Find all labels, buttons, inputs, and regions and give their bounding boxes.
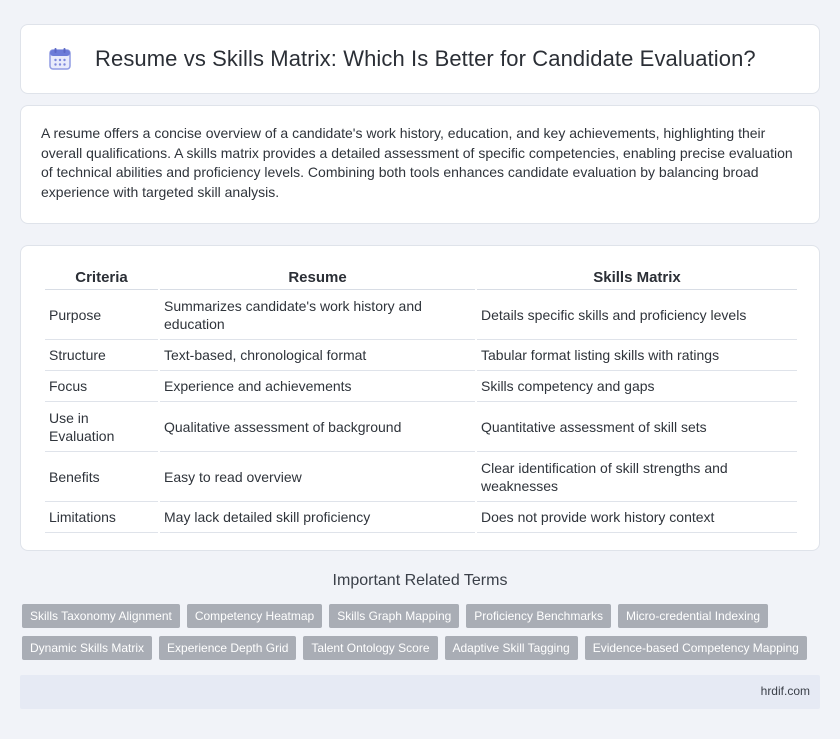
table-cell: Structure: [45, 340, 158, 371]
table-cell: Summarizes candidate's work history and …: [160, 290, 475, 340]
tag-proficiency-benchmarks[interactable]: Proficiency Benchmarks: [466, 604, 612, 628]
table-cell: Text-based, chronological format: [160, 340, 475, 371]
table-cell: Quantitative assessment of skill sets: [477, 402, 797, 452]
table-cell: Purpose: [45, 290, 158, 340]
related-terms-title: Important Related Terms: [332, 572, 508, 589]
footer-site-link[interactable]: hrdif.com: [761, 684, 810, 698]
tag-row: Dynamic Skills Matrix Experience Depth G…: [22, 636, 822, 660]
table-cell: Qualitative assessment of background: [160, 402, 475, 452]
calendar-icon: [49, 48, 71, 70]
tag-dynamic-skills-matrix[interactable]: Dynamic Skills Matrix: [22, 636, 153, 660]
table-cell: Does not provide work history context: [477, 502, 797, 533]
table-cell: Clear identification of skill strengths …: [477, 452, 797, 502]
tag-skills-graph-mapping[interactable]: Skills Graph Mapping: [329, 604, 460, 628]
table-row: Focus Experience and achievements Skills…: [45, 371, 797, 402]
tag-adaptive-skill-tagging[interactable]: Adaptive Skill Tagging: [444, 636, 578, 660]
table-row: Structure Text-based, chronological form…: [45, 340, 797, 371]
tag-skills-taxonomy-alignment[interactable]: Skills Taxonomy Alignment: [22, 604, 180, 628]
table-cell: Tabular format listing skills with ratin…: [477, 340, 797, 371]
table-cell: Experience and achievements: [160, 371, 475, 402]
footer-bar: hrdif.com: [20, 675, 820, 709]
related-terms-tags: Skills Taxonomy Alignment Competency Hea…: [22, 604, 822, 668]
tag-row: Skills Taxonomy Alignment Competency Hea…: [22, 604, 822, 628]
table-row: Purpose Summarizes candidate's work hist…: [45, 290, 797, 340]
table-cell: Limitations: [45, 502, 158, 533]
intro-card: A resume offers a concise overview of a …: [20, 105, 820, 224]
comparison-card: Criteria Resume Skills Matrix Purpose Su…: [20, 245, 820, 551]
table-cell: Benefits: [45, 452, 158, 502]
table-cell: Use in Evaluation: [45, 402, 158, 452]
table-cell: Easy to read overview: [160, 452, 475, 502]
table-cell: May lack detailed skill proficiency: [160, 502, 475, 533]
tag-talent-ontology-score[interactable]: Talent Ontology Score: [303, 636, 438, 660]
table-row: Use in Evaluation Qualitative assessment…: [45, 402, 797, 452]
comparison-table: Criteria Resume Skills Matrix Purpose Su…: [43, 266, 799, 533]
table-row: Limitations May lack detailed skill prof…: [45, 502, 797, 533]
header-card: Resume vs Skills Matrix: Which Is Better…: [20, 24, 820, 94]
intro-paragraph: A resume offers a concise overview of a …: [41, 125, 793, 200]
tag-evidence-based-competency-mapping[interactable]: Evidence-based Competency Mapping: [584, 636, 807, 660]
tag-experience-depth-grid[interactable]: Experience Depth Grid: [159, 636, 297, 660]
table-cell: Skills competency and gaps: [477, 371, 797, 402]
table-row: Benefits Easy to read overview Clear ide…: [45, 452, 797, 502]
table-cell: Details specific skills and proficiency …: [477, 290, 797, 340]
column-header-criteria: Criteria: [45, 266, 158, 290]
column-header-skills-matrix: Skills Matrix: [477, 266, 797, 290]
page-title: Resume vs Skills Matrix: Which Is Better…: [95, 46, 756, 71]
table-header-row: Criteria Resume Skills Matrix: [45, 266, 797, 290]
tag-competency-heatmap[interactable]: Competency Heatmap: [186, 604, 323, 628]
table-cell: Focus: [45, 371, 158, 402]
tag-micro-credential-indexing[interactable]: Micro-credential Indexing: [618, 604, 769, 628]
column-header-resume: Resume: [160, 266, 475, 290]
